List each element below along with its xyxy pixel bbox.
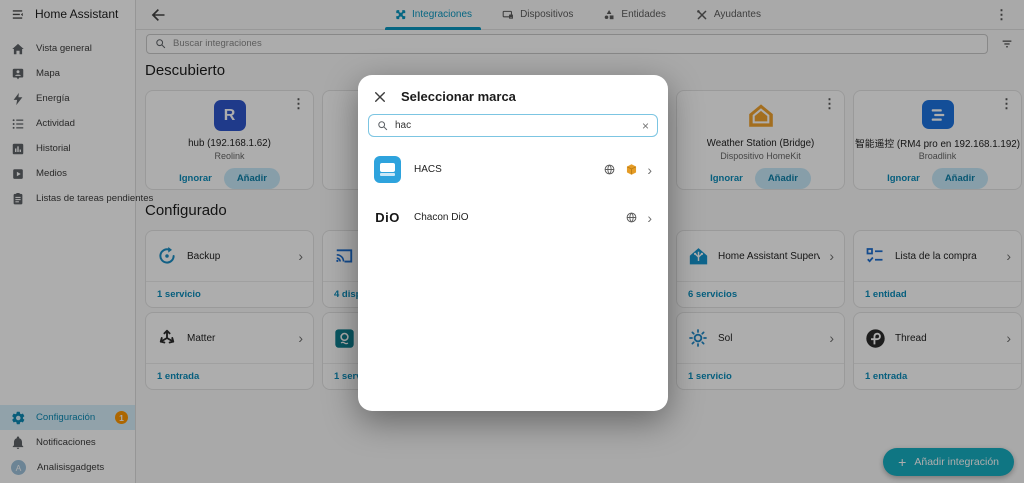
dialog-header: Seleccionar marca (358, 75, 668, 114)
custom-integration-icon (625, 163, 638, 176)
dialog-title: Seleccionar marca (401, 89, 516, 104)
dio-logo: DiO (375, 210, 400, 225)
search-icon (377, 120, 388, 131)
globe-icon (625, 211, 638, 224)
close-icon[interactable] (374, 91, 386, 103)
brand-name: Chacon DiO (414, 212, 469, 223)
brand-results-list: HACS › DiO Chacon DiO › (358, 137, 668, 238)
hacs-logo-icon (374, 156, 401, 183)
select-brand-dialog: Seleccionar marca × HACS (358, 75, 668, 411)
chevron-right-icon: › (647, 161, 652, 178)
brand-badges: › (625, 211, 652, 225)
brand-search-box: × (368, 114, 658, 137)
brand-badges: › (603, 163, 652, 177)
brand-search-input[interactable] (395, 120, 635, 131)
chevron-right-icon: › (647, 209, 652, 226)
globe-icon (603, 163, 616, 176)
brand-item-chacon-dio[interactable]: DiO Chacon DiO › (358, 197, 668, 238)
clear-search-icon[interactable]: × (642, 120, 649, 132)
brand-name: HACS (414, 164, 442, 175)
brand-item-hacs[interactable]: HACS › (358, 149, 668, 190)
home-assistant-window: Home Assistant Vista general Mapa Energí… (0, 0, 1024, 483)
